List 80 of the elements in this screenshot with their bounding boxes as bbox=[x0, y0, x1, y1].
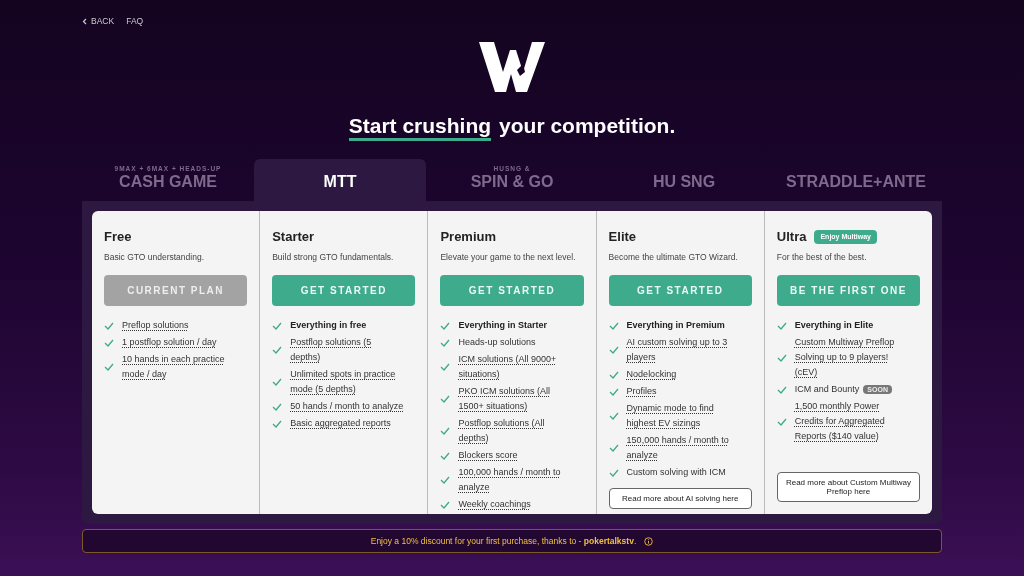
feature-text: Everything in free bbox=[290, 319, 367, 333]
check-icon bbox=[776, 385, 787, 394]
plan-name: Ultra bbox=[776, 228, 807, 246]
plan-tagline: Elevate your game to the next level. bbox=[440, 250, 577, 264]
check-icon bbox=[776, 321, 787, 330]
read-more-button[interactable]: Read more about Custom Multiway Preflop here bbox=[776, 472, 920, 502]
feature-text: Profiles bbox=[626, 385, 657, 399]
check-icon bbox=[272, 419, 283, 428]
game-tab[interactable]: MTT bbox=[254, 159, 426, 201]
check-icon bbox=[440, 338, 451, 347]
plan-tagline: Basic GTO understanding. bbox=[104, 250, 205, 264]
feature-text: 1,500 monthly Power Credits for Aggregated Reports ($140 value) bbox=[794, 400, 886, 444]
check-icon bbox=[440, 363, 451, 372]
check-icon bbox=[608, 387, 619, 396]
feature-text: Weekly coachings bbox=[458, 498, 531, 512]
feature-text: Basic aggregated reports bbox=[290, 417, 391, 431]
check-icon bbox=[608, 321, 619, 330]
feature-text: ICM solutions (All 9000+ situations) bbox=[458, 353, 558, 382]
check-icon bbox=[104, 363, 114, 372]
check-icon bbox=[608, 346, 619, 355]
feature-text: 100,000 hands / month to analyze bbox=[458, 466, 562, 495]
feature-text: 10 hands in each practice mode / day bbox=[122, 353, 226, 382]
game-tab[interactable]: HU SNG bbox=[598, 159, 770, 201]
plan-tagline: For the best of the best. bbox=[776, 250, 868, 264]
feature-text: PKO ICM solutions (All 1500+ situations) bbox=[458, 385, 551, 414]
feature-text: Unlimited spots in practice mode (5 depths) bbox=[290, 368, 397, 397]
back-link[interactable]: BACK bbox=[82, 14, 115, 28]
feature-text: Custom solving with ICM bbox=[626, 466, 726, 480]
check-icon bbox=[608, 412, 619, 421]
plan-button[interactable]: BE THE FIRST ONE bbox=[776, 275, 920, 307]
feature-text: Everything in Premium bbox=[626, 319, 725, 333]
feature-text: Custom Multiway Preflop Solving up to 9 players! (cEV) bbox=[794, 336, 896, 380]
headline-text: your competition. bbox=[499, 114, 676, 139]
feature-text: Postflop solutions (All depths) bbox=[458, 417, 546, 446]
feature-text: Heads-up solutions bbox=[458, 336, 536, 350]
plan-name: Premium bbox=[440, 228, 497, 246]
feature-text: Everything in Elite bbox=[794, 319, 874, 333]
plan-tagline: Build strong GTO fundamentals. bbox=[272, 250, 395, 264]
check-icon bbox=[440, 321, 451, 330]
plan-tagline: Become the ultimate GTO Wizard. bbox=[608, 250, 739, 264]
check-icon bbox=[440, 451, 451, 460]
feature-text: ICM and Bounty bbox=[794, 383, 860, 397]
check-icon bbox=[440, 500, 451, 509]
check-icon bbox=[776, 417, 787, 426]
check-icon bbox=[440, 395, 451, 404]
check-icon bbox=[440, 427, 451, 436]
feature-text: Postflop solutions (5 depths) bbox=[290, 336, 373, 365]
check-icon bbox=[608, 370, 619, 379]
check-icon bbox=[608, 468, 619, 477]
check-icon bbox=[440, 476, 451, 485]
plan-name: Starter bbox=[272, 228, 315, 246]
feature-text: Dynamic mode to find highest EV sizings bbox=[626, 402, 715, 431]
check-icon bbox=[272, 378, 283, 387]
plan-name: Free bbox=[104, 228, 132, 246]
check-icon bbox=[608, 444, 619, 453]
feature-text: AI custom solving up to 3 players bbox=[626, 336, 729, 365]
plan-name: Elite bbox=[608, 228, 637, 246]
plan-button[interactable]: GET STARTED bbox=[608, 275, 752, 307]
feature-text: Preflop solutions bbox=[122, 319, 189, 333]
read-more-button[interactable]: Read more about AI solving here bbox=[608, 488, 752, 510]
feature-text: Nodelocking bbox=[626, 368, 677, 382]
game-tab[interactable]: STRADDLE+ANTE bbox=[770, 159, 942, 201]
check-icon bbox=[272, 346, 283, 355]
plan-button[interactable]: CURRENT PLAN bbox=[104, 275, 248, 307]
feature-text: Blockers score bbox=[458, 449, 518, 463]
headline-highlight: Start crushing bbox=[348, 114, 492, 141]
logo-icon bbox=[477, 40, 547, 94]
check-icon bbox=[776, 353, 787, 362]
check-icon bbox=[272, 402, 283, 411]
plan-button[interactable]: GET STARTED bbox=[440, 275, 584, 307]
feature-text: 1 postflop solution / day bbox=[122, 336, 217, 350]
discount-text: Enjoy a 10% discount for your first purchase, thanks to - pokertalkstv. bbox=[370, 534, 637, 548]
check-icon bbox=[272, 321, 283, 330]
feature-text: 50 hands / month to analyze bbox=[290, 400, 404, 414]
info-icon bbox=[644, 536, 654, 546]
plan-button[interactable]: GET STARTED bbox=[272, 275, 416, 307]
back-icon bbox=[82, 17, 87, 25]
feature-text: 150,000 hands / month to analyze bbox=[626, 434, 730, 463]
faq-link[interactable]: FAQ bbox=[126, 14, 144, 28]
feature-text: Everything in Starter bbox=[458, 319, 547, 333]
